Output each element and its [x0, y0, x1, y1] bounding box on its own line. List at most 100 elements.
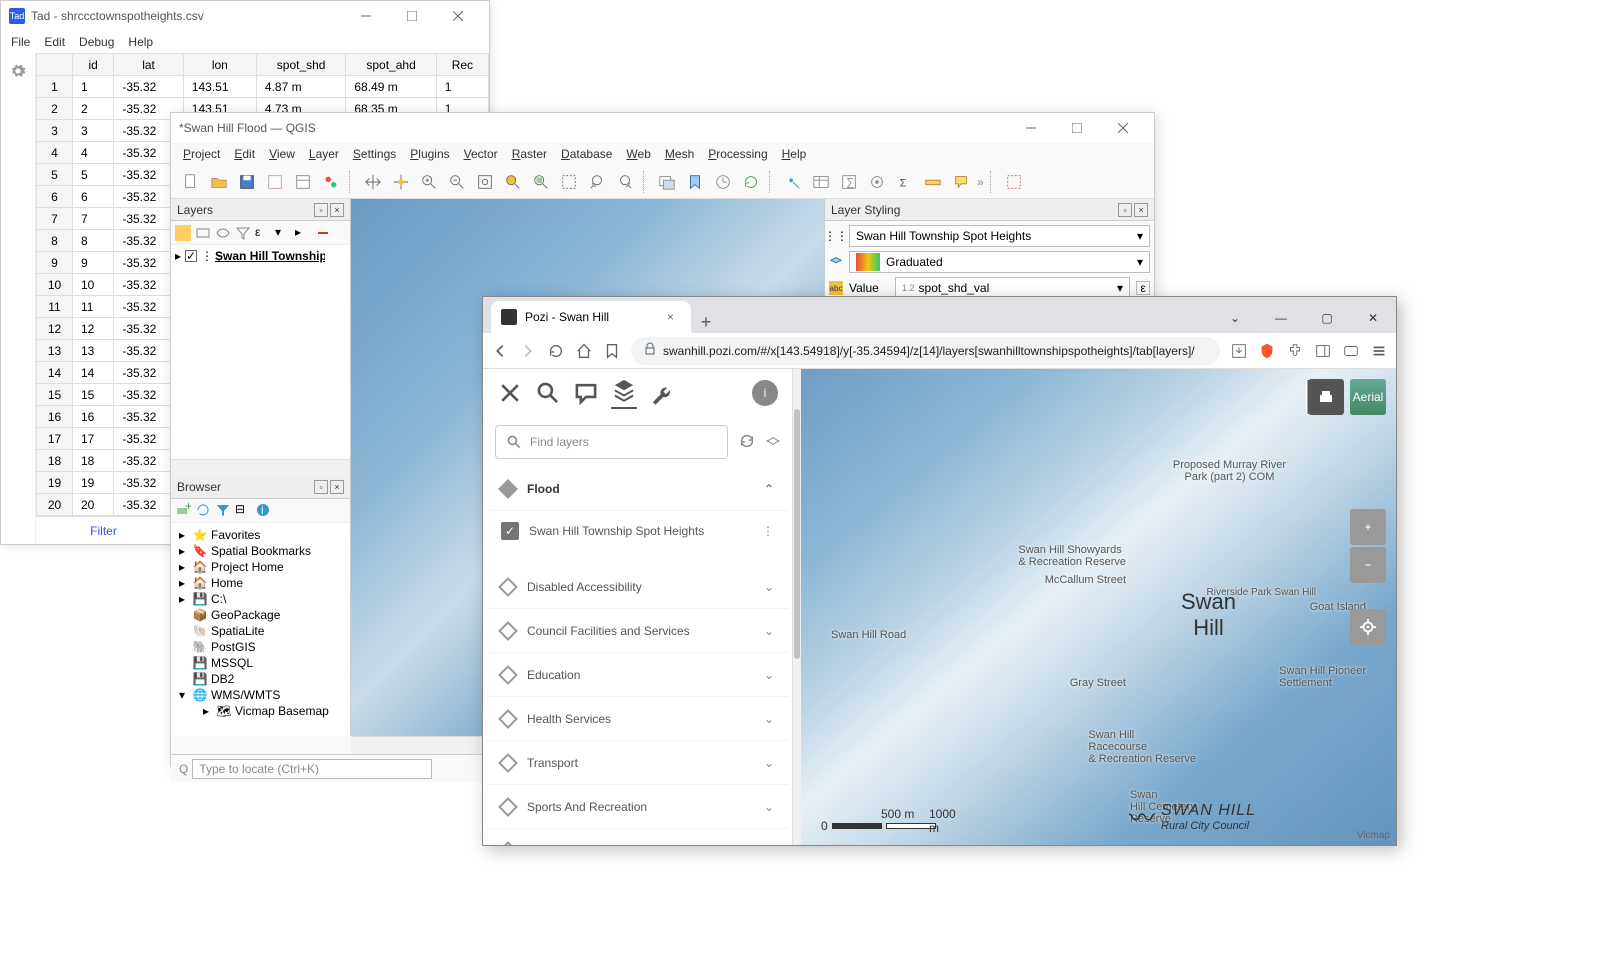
menu-file[interactable]: File [11, 35, 30, 49]
minimize-button[interactable] [343, 1, 389, 31]
minimize-button[interactable]: — [1258, 303, 1304, 333]
column-header[interactable]: spot_ahd [346, 54, 436, 76]
browser-item[interactable]: 📦GeoPackage [175, 607, 346, 623]
chevron-down-icon[interactable]: ⌄ [1212, 303, 1258, 333]
measure-icon[interactable] [921, 170, 945, 194]
new-bookmark-icon[interactable] [683, 170, 707, 194]
close-icon[interactable] [497, 380, 523, 406]
new-map-view-icon[interactable] [655, 170, 679, 194]
new-tab-button[interactable]: + [691, 312, 721, 333]
home-icon[interactable] [575, 342, 593, 360]
browser-item[interactable]: ▸⭐Favorites [175, 527, 346, 543]
category-row[interactable]: Sports And Recreation⌄ [487, 785, 788, 829]
close-button[interactable] [435, 1, 481, 31]
pan-selection-icon[interactable] [389, 170, 413, 194]
locator-input[interactable]: Type to locate (Ctrl+K) [192, 759, 432, 779]
zoom-out-icon[interactable] [445, 170, 469, 194]
install-app-icon[interactable] [1230, 342, 1248, 360]
zoom-in-icon[interactable] [417, 170, 441, 194]
menu-project[interactable]: Project [183, 147, 220, 161]
info-icon[interactable]: i [752, 380, 778, 406]
layer-spot-heights[interactable]: ✓ Swan Hill Township Spot Heights ⋮ [487, 511, 788, 551]
reload-icon[interactable] [547, 342, 565, 360]
maptips-icon[interactable] [949, 170, 973, 194]
temporal-icon[interactable] [711, 170, 735, 194]
column-header[interactable]: lon [183, 54, 256, 76]
style-icon[interactable] [175, 225, 191, 241]
menu-icon[interactable] [1370, 342, 1388, 360]
category-row[interactable]: Education⌄ [487, 653, 788, 697]
labels-tab-icon[interactable]: abc [829, 281, 843, 295]
menu-database[interactable]: Database [561, 147, 612, 161]
gear-icon[interactable] [10, 63, 26, 79]
menu-edit[interactable]: Edit [44, 35, 65, 49]
menu-processing[interactable]: Processing [708, 147, 767, 161]
visibility-icon[interactable] [215, 225, 231, 241]
category-row[interactable]: Property⌄ [487, 829, 788, 845]
expression-icon[interactable]: ε [255, 225, 271, 241]
browser-item[interactable]: 💾MSSQL [175, 655, 346, 671]
menu-mesh[interactable]: Mesh [665, 147, 694, 161]
add-layer-icon[interactable]: + [175, 502, 191, 518]
minimize-button[interactable] [1008, 113, 1054, 143]
expression-button[interactable]: ε [1136, 281, 1150, 295]
layout-manager-icon[interactable] [291, 170, 315, 194]
close-button[interactable]: ✕ [1350, 303, 1396, 333]
menu-help[interactable]: Help [782, 147, 807, 161]
filter-legend-icon[interactable] [235, 225, 251, 241]
kebab-icon[interactable]: ⋮ [762, 524, 774, 538]
close-panel-icon[interactable]: × [1134, 203, 1148, 217]
chevron-down-icon[interactable]: ⌄ [764, 756, 774, 770]
zoom-last-icon[interactable] [585, 170, 609, 194]
browser-item[interactable]: ▸🔖Spatial Bookmarks [175, 543, 346, 559]
style-manager-icon[interactable] [319, 170, 343, 194]
properties-icon[interactable]: i [255, 502, 271, 518]
maximize-button[interactable] [389, 1, 435, 31]
browser-panel-header[interactable]: Browser ▫× [171, 477, 350, 499]
close-panel-icon[interactable]: × [330, 480, 344, 494]
browser-item[interactable]: ▾🌐WMS/WMTS [175, 687, 346, 703]
zoom-in-button[interactable]: + [1350, 509, 1386, 545]
browser-tabstrip[interactable]: Pozi - Swan Hill × + ⌄ — ▢ ✕ [483, 297, 1396, 333]
column-header[interactable]: spot_shd [256, 54, 345, 76]
statistics-icon[interactable]: Σ [893, 170, 917, 194]
close-panel-icon[interactable]: × [330, 203, 344, 217]
browser-item[interactable]: ▸🏠Project Home [175, 559, 346, 575]
locate-icon[interactable]: Q [179, 762, 188, 776]
category-flood[interactable]: Flood ⌃ [487, 467, 788, 511]
table-row[interactable]: 11-35.32143.514.87 m68.49 m1 [37, 76, 489, 98]
zoom-layer-icon[interactable] [529, 170, 553, 194]
menu-raster[interactable]: Raster [512, 147, 547, 161]
sidepanel-icon[interactable] [1314, 342, 1332, 360]
checkbox-checked-icon[interactable]: ✓ [501, 522, 519, 540]
tad-titlebar[interactable]: Tad Tad - shrccctownspotheights.csv [1, 1, 489, 31]
tab-pozi[interactable]: Pozi - Swan Hill × [491, 301, 691, 333]
new-layout-icon[interactable] [263, 170, 287, 194]
column-header[interactable]: lat [114, 54, 183, 76]
browser-tree[interactable]: ▸⭐Favorites▸🔖Spatial Bookmarks▸🏠Project … [171, 523, 350, 737]
checkbox-icon[interactable]: ✓ [185, 250, 197, 262]
back-icon[interactable] [491, 342, 509, 360]
maximize-button[interactable]: ▢ [1304, 303, 1350, 333]
select-rect-icon[interactable] [1002, 170, 1026, 194]
undock-icon[interactable]: ▫ [314, 203, 328, 217]
maximize-button[interactable] [1054, 113, 1100, 143]
qgis-titlebar[interactable]: *Swan Hill Flood — QGIS [171, 113, 1154, 143]
browser-item[interactable]: 🐚SpatiaLite [175, 623, 346, 639]
layers-icon[interactable] [611, 377, 637, 409]
category-row[interactable]: Council Facilities and Services⌄ [487, 609, 788, 653]
column-header[interactable]: id [73, 54, 114, 76]
locate-me-button[interactable] [1350, 609, 1386, 645]
field-calc-icon[interactable]: ∑ [837, 170, 861, 194]
symbology-tab-icon[interactable] [829, 255, 843, 269]
chevron-down-icon[interactable]: ⌄ [764, 668, 774, 682]
menu-plugins[interactable]: Plugins [410, 147, 449, 161]
category-row[interactable]: Transport⌄ [487, 741, 788, 785]
category-row[interactable]: Health Services⌄ [487, 697, 788, 741]
search-icon[interactable] [535, 380, 561, 406]
layers-panel-header[interactable]: Layers ▫× [171, 199, 350, 221]
layers-scrollbar[interactable] [171, 459, 350, 477]
menu-help[interactable]: Help [128, 35, 153, 49]
collapse-icon[interactable]: ▸ [295, 225, 311, 241]
zoom-selection-icon[interactable] [501, 170, 525, 194]
